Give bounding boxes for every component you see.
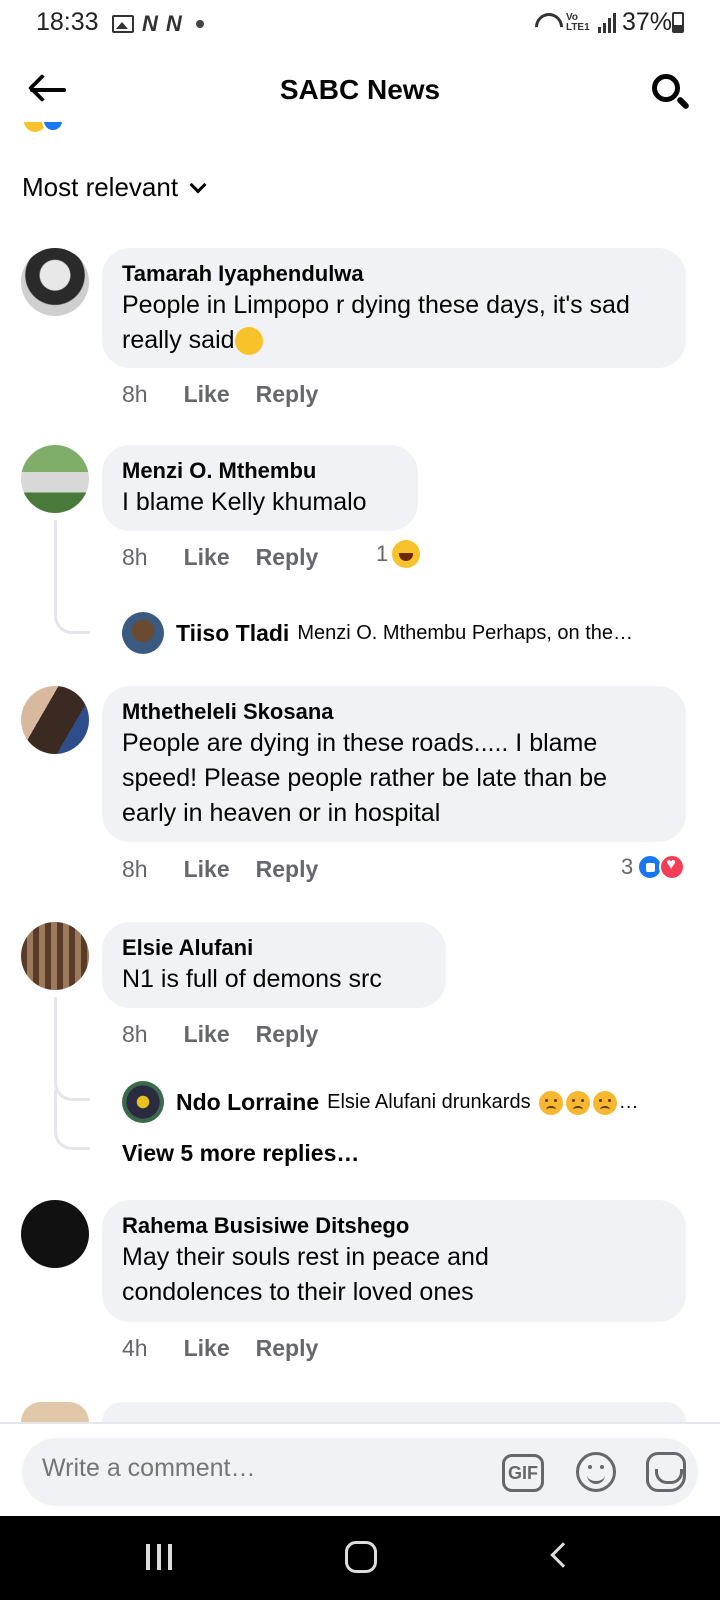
reaction-summary[interactable]: 3 [621,854,686,880]
comment-text: I blame Kelly khumalo [122,488,367,516]
comment-time: 8h [122,544,148,570]
comment-text: N1 is full of demons src [122,965,382,993]
reply-button[interactable]: Reply [256,544,319,571]
system-back-button[interactable] [550,1542,576,1568]
reaction-count: 1 [376,541,389,566]
comment-text: People are dying in these roads..... I b… [122,729,608,827]
battery-icon [672,12,684,33]
reply-preview[interactable]: Ndo Lorraine Elsie Alufani drunkards … [122,1089,639,1116]
comment-text: People in Limpopo r dying these days, it… [122,291,630,356]
reply-truncation-ellipsis: … [618,1091,639,1113]
reply-button[interactable]: Reply [256,1335,319,1362]
avatar[interactable] [21,686,89,754]
news-notification-icon: N [142,11,158,36]
home-button[interactable] [345,1541,377,1573]
signal-icon [597,12,616,33]
avatar[interactable] [21,922,89,990]
reply-button[interactable]: Reply [256,381,319,408]
like-reaction-icon [42,122,64,132]
comment-bubble[interactable]: Rahema Busisiwe Ditshego May their souls… [102,1200,686,1322]
comment-input[interactable] [42,1454,462,1483]
comment-time: 8h [122,1021,148,1047]
view-more-replies-link[interactable]: View 5 more replies… [122,1140,359,1167]
page-title: SABC News [279,74,441,105]
comment-bubble[interactable]: Tamarah Iyaphendulwa People in Limpopo r… [102,248,686,368]
haha-reaction-icon [392,540,421,568]
thread-connector [54,997,90,1101]
comment-composer[interactable]: GIF [22,1438,698,1506]
comment-time: 8h [122,381,148,407]
worried-face-icon [565,1090,590,1115]
news-notification-icon-2: N [165,11,182,36]
reply-button[interactable]: Reply [256,856,319,883]
chevron-down-icon [189,176,207,193]
comment-bubble[interactable]: Mthetheleli Skosana People are dying in … [102,686,686,842]
search-icon [652,74,680,102]
reaction-summary[interactable]: 1 [376,540,421,568]
comment-author[interactable]: Mthetheleli Skosana [122,698,666,726]
comment-author[interactable]: Elsie Alufani [122,934,426,962]
reply-author[interactable]: Ndo Lorraine [176,1089,319,1116]
avatar[interactable] [21,1402,89,1422]
gallery-notification-icon [112,15,134,33]
reaction-count: 3 [621,854,634,879]
worried-face-icon [538,1090,563,1115]
system-status: Vo LTE1 37% [534,8,672,37]
reply-button[interactable]: Reply [256,1021,319,1048]
reply-text: Menzi O. Mthembu Perhaps, on the… [297,622,634,644]
love-reaction-icon [659,854,686,880]
comment-actions: 8h Like Reply [122,856,318,883]
comment-bubble[interactable]: Elsie Alufani N1 is full of demons src [102,922,446,1008]
comment-author[interactable]: Menzi O. Mthembu [122,457,398,485]
avatar[interactable] [21,445,89,513]
comment-actions: 4h Like Reply [122,1335,318,1362]
post-reactions-peek [24,122,74,136]
crying-face-icon [234,327,263,356]
comment-author[interactable]: Tamarah Iyaphendulwa [122,260,666,288]
comment-author[interactable]: Rahema Busisiwe Ditshego [122,1212,666,1240]
recent-apps-button[interactable] [146,1544,172,1570]
like-button[interactable]: Like [184,856,230,883]
comment-text: May their souls rest in peace and condol… [122,1243,489,1306]
thread-connector [54,1090,90,1150]
reply-text: Elsie Alufani drunkards [327,1091,531,1113]
comment-composer-bar: GIF [0,1422,720,1516]
sort-label: Most relevant [22,172,179,202]
status-bar: 18:33 N N Vo LTE1 37% [0,0,720,46]
reply-preview[interactable]: Tiiso Tladi Menzi O. Mthembu Perhaps, on… [122,620,633,647]
like-button[interactable]: Like [184,381,230,408]
system-navigation-bar [0,1516,720,1600]
notification-icons: N N [112,11,204,37]
wifi-icon [534,13,560,33]
battery-percent: 37% [621,8,672,36]
avatar[interactable] [21,1200,89,1268]
avatar[interactable] [21,248,89,316]
comment-time: 4h [122,1335,148,1361]
comment-time: 8h [122,856,148,882]
like-button[interactable]: Like [184,544,230,571]
comment-actions: 8h Like Reply [122,381,318,408]
gif-button[interactable]: GIF [502,1454,544,1492]
more-notifications-dot-icon [195,20,204,28]
comment-sort-dropdown[interactable]: Most relevant [22,172,207,203]
comment-actions: 8h Like Reply [122,1021,318,1048]
comment-actions: 8h Like Reply [122,544,318,571]
sticker-button[interactable] [646,1452,686,1492]
search-button[interactable] [650,72,691,112]
worried-face-icon [592,1090,617,1115]
emoji-button[interactable] [576,1452,616,1492]
thread-connector [54,520,90,634]
status-time: 18:33 [36,8,99,36]
comment-bubble[interactable] [102,1402,686,1422]
like-button[interactable]: Like [184,1021,230,1048]
comment-bubble[interactable]: Menzi O. Mthembu I blame Kelly khumalo [102,445,418,531]
like-button[interactable]: Like [184,1335,230,1362]
lte-indicator: Vo LTE1 [565,11,590,33]
reply-author[interactable]: Tiiso Tladi [176,620,289,647]
app-header: SABC News [0,56,720,126]
